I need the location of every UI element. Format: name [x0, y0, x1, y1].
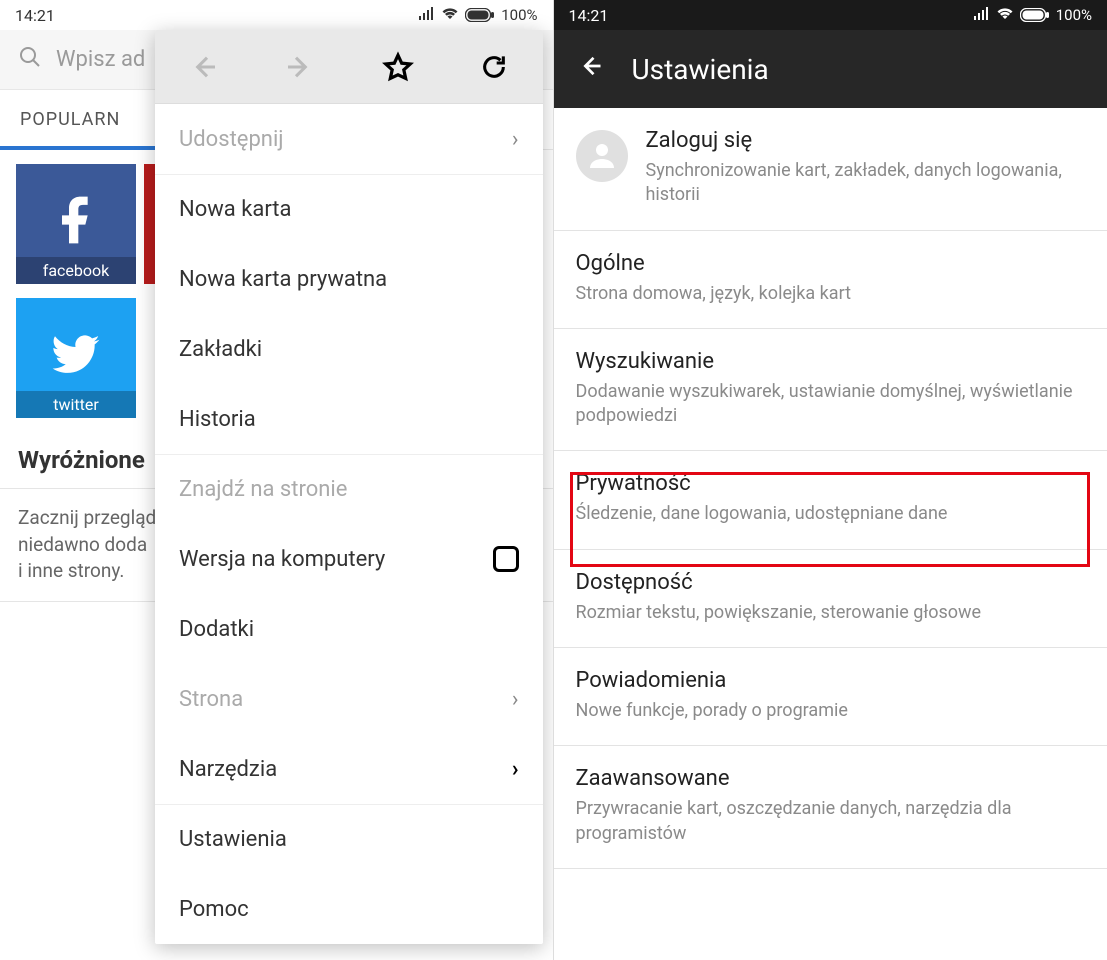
- menu-item-new-tab[interactable]: Nowa karta: [155, 174, 543, 244]
- item-subtitle: Rozmiar tekstu, powiększanie, sterowanie…: [576, 601, 1086, 625]
- tab-popular[interactable]: POPULARN: [20, 109, 120, 130]
- menu-label: Pomoc: [179, 897, 249, 922]
- checkbox-icon[interactable]: [493, 546, 519, 572]
- menu-item-share[interactable]: Udostępnij ›: [155, 104, 543, 174]
- back-icon[interactable]: [187, 51, 219, 83]
- item-subtitle: Synchronizowanie kart, zakładek, danych …: [646, 159, 1086, 208]
- menu-label: Wersja na komputery: [179, 547, 385, 572]
- chevron-right-icon: ›: [512, 127, 519, 152]
- item-title: Powiadomienia: [576, 668, 1086, 693]
- phone-screen-browser: 14:21 100% Wpisz ad POPULARN fac: [0, 0, 554, 960]
- reload-icon[interactable]: [478, 51, 510, 83]
- tile-label: facebook: [16, 257, 136, 284]
- tile-label: twitter: [16, 391, 136, 418]
- tile-twitter[interactable]: twitter: [16, 298, 136, 418]
- chevron-right-icon: ›: [512, 757, 519, 782]
- menu-label: Historia: [179, 407, 256, 432]
- page-title: Ustawienia: [632, 53, 769, 86]
- menu-item-new-private-tab[interactable]: Nowa karta prywatna: [155, 244, 543, 314]
- tile-facebook[interactable]: facebook: [16, 164, 136, 284]
- item-subtitle: Dodawanie wyszukiwarek, ustawianie domyś…: [576, 380, 1086, 429]
- menu-item-bookmarks[interactable]: Zakładki: [155, 314, 543, 384]
- menu-label: Nowa karta prywatna: [179, 267, 387, 292]
- item-title: Ogólne: [576, 251, 1086, 276]
- item-title: Zaloguj się: [646, 128, 1086, 153]
- menu-item-settings[interactable]: Ustawienia: [155, 804, 543, 874]
- menu-item-history[interactable]: Historia: [155, 384, 543, 454]
- signal-icon: [974, 6, 990, 24]
- wifi-icon: [441, 6, 459, 24]
- menu-item-addons[interactable]: Dodatki: [155, 594, 543, 664]
- menu-label: Zakładki: [179, 337, 262, 362]
- settings-item-accessibility[interactable]: Dostępność Rozmiar tekstu, powiększanie,…: [554, 550, 1107, 648]
- settings-item-general[interactable]: Ogólne Strona domowa, język, kolejka kar…: [554, 231, 1107, 329]
- status-bar: 14:21 100%: [554, 0, 1107, 30]
- tab-underline: [0, 146, 180, 150]
- menu-label: Znajdź na stronie: [179, 477, 347, 502]
- star-icon[interactable]: [381, 51, 413, 83]
- address-placeholder: Wpisz ad: [56, 47, 145, 72]
- status-bar: 14:21 100%: [0, 0, 553, 30]
- settings-list: Zaloguj się Synchronizowanie kart, zakła…: [554, 108, 1107, 869]
- wifi-icon: [996, 6, 1014, 24]
- item-title: Zaawansowane: [576, 766, 1086, 791]
- status-icons: 100%: [974, 6, 1092, 24]
- menu-item-tools[interactable]: Narzędzia ›: [155, 734, 543, 804]
- avatar-icon: [576, 130, 628, 182]
- item-subtitle: Śledzenie, dane logowania, udostępniane …: [576, 502, 1086, 526]
- signal-icon: [419, 6, 435, 24]
- item-subtitle: Nowe funkcje, porady o programie: [576, 699, 1086, 723]
- item-subtitle: Przywracanie kart, oszczędzanie danych, …: [576, 797, 1086, 846]
- menu-item-find[interactable]: Znajdź na stronie: [155, 454, 543, 524]
- menu-label: Dodatki: [179, 617, 254, 642]
- menu-item-help[interactable]: Pomoc: [155, 874, 543, 944]
- chevron-right-icon: ›: [512, 687, 519, 712]
- phone-screen-settings: 14:21 100% Ustawienia Zaloguj się: [554, 0, 1107, 960]
- status-time: 14:21: [569, 6, 609, 25]
- battery-percent: 100%: [501, 6, 537, 24]
- menu-item-desktop[interactable]: Wersja na komputery: [155, 524, 543, 594]
- settings-item-advanced[interactable]: Zaawansowane Przywracanie kart, oszczędz…: [554, 746, 1107, 869]
- item-title: Prywatność: [576, 471, 1086, 496]
- menu-label: Strona: [179, 687, 243, 712]
- settings-item-notifications[interactable]: Powiadomienia Nowe funkcje, porady o pro…: [554, 648, 1107, 746]
- menu-item-page[interactable]: Strona ›: [155, 664, 543, 734]
- settings-item-search[interactable]: Wyszukiwanie Dodawanie wyszukiwarek, ust…: [554, 329, 1107, 452]
- item-subtitle: Strona domowa, język, kolejka kart: [576, 282, 1086, 306]
- item-title: Dostępność: [576, 570, 1086, 595]
- browser-menu: Udostępnij › Nowa karta Nowa karta prywa…: [155, 30, 543, 944]
- back-icon[interactable]: [576, 52, 604, 87]
- settings-header: Ustawienia: [554, 30, 1107, 108]
- menu-label: Udostępnij: [179, 127, 284, 152]
- settings-item-login[interactable]: Zaloguj się Synchronizowanie kart, zakła…: [554, 108, 1107, 231]
- battery-icon: [465, 8, 495, 22]
- battery-percent: 100%: [1056, 6, 1092, 24]
- status-icons: 100%: [419, 6, 537, 24]
- settings-item-privacy[interactable]: Prywatność Śledzenie, dane logowania, ud…: [554, 451, 1107, 549]
- status-time: 14:21: [15, 6, 55, 25]
- menu-label: Nowa karta: [179, 197, 291, 222]
- forward-icon[interactable]: [284, 51, 316, 83]
- menu-label: Ustawienia: [179, 827, 287, 852]
- battery-icon: [1020, 8, 1050, 22]
- menu-label: Narzędzia: [179, 757, 277, 782]
- search-icon: [18, 45, 42, 75]
- item-title: Wyszukiwanie: [576, 349, 1086, 374]
- menu-toolbar: [155, 30, 543, 104]
